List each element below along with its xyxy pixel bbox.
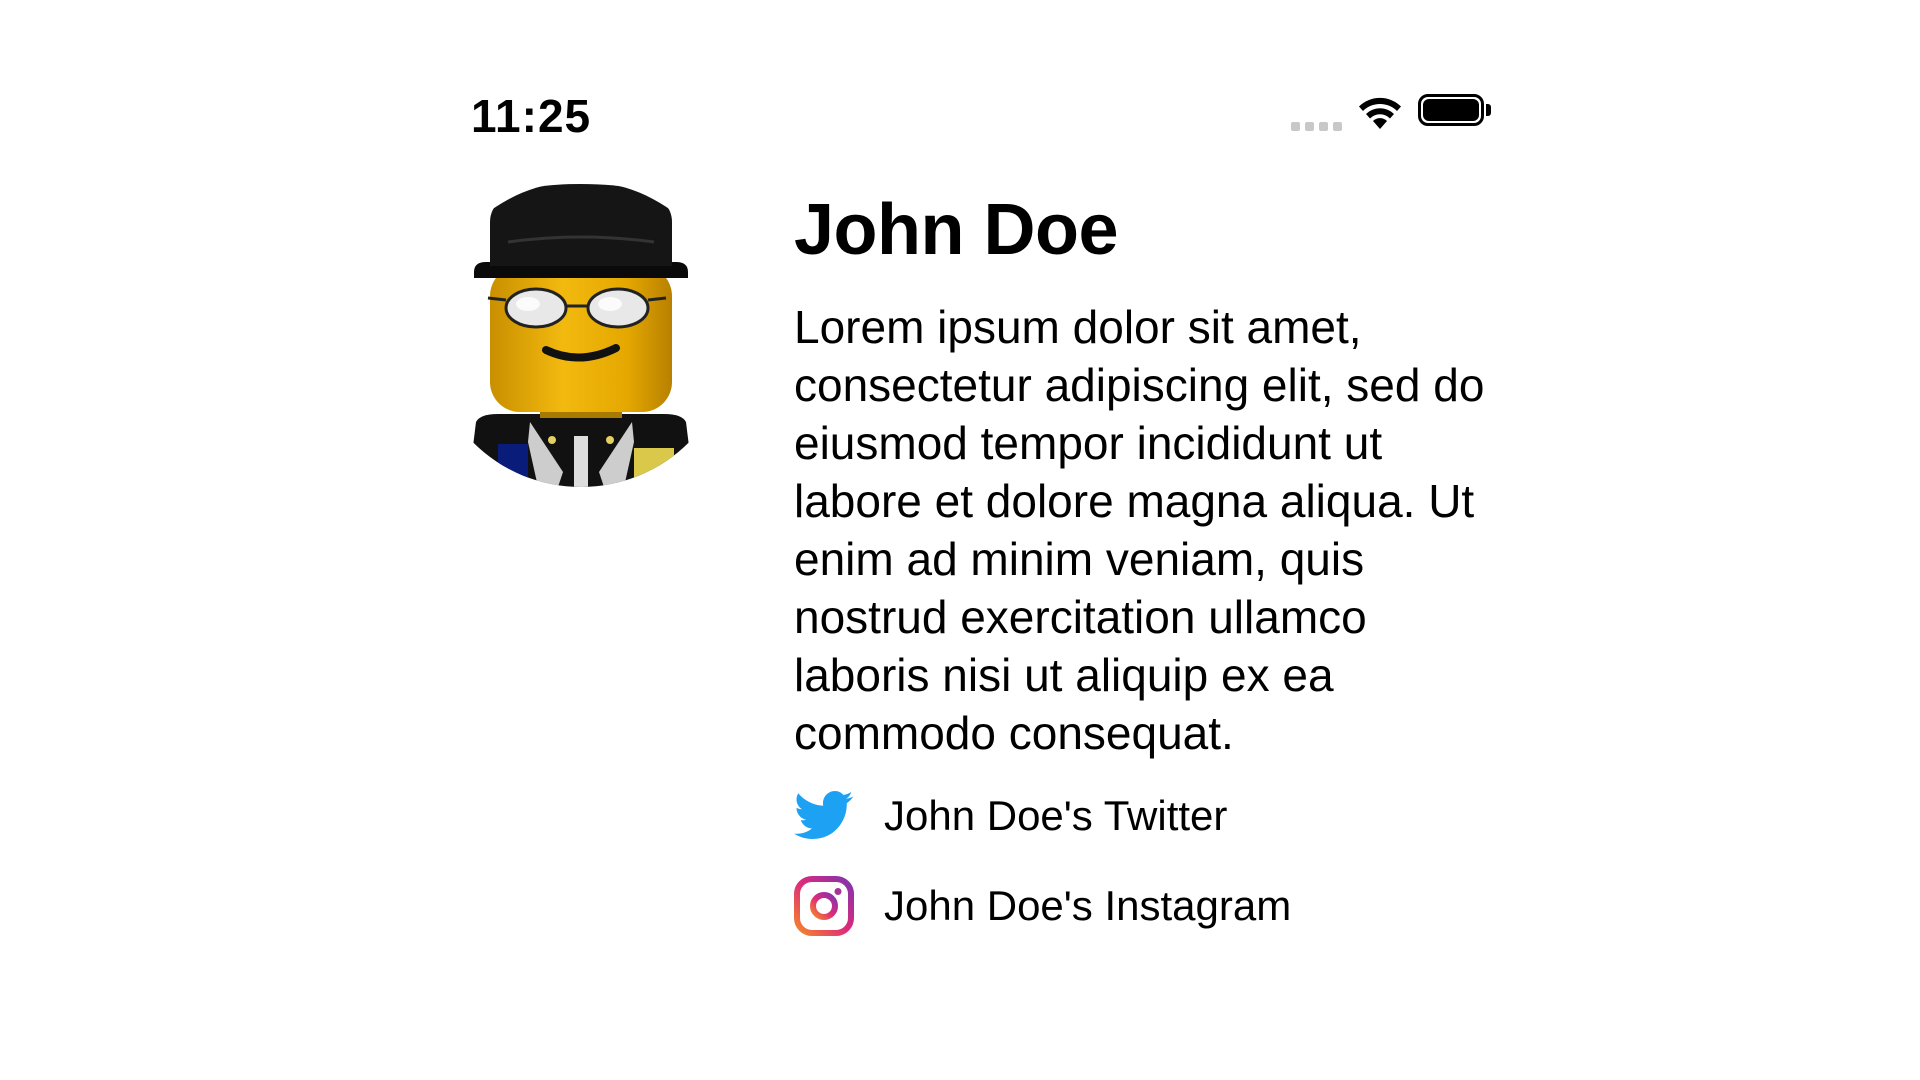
instagram-link[interactable]: John Doe's Instagram (794, 876, 1514, 936)
status-time: 11:25 (471, 90, 592, 142)
lego-minifigure-avatar (468, 184, 694, 487)
twitter-link-label: John Doe's Twitter (884, 792, 1228, 839)
social-links: John Doe's Twitter John Doe's Instagram (794, 786, 1514, 936)
signal-dots-icon (1291, 121, 1342, 131)
twitter-link[interactable]: John Doe's Twitter (794, 786, 1514, 846)
wifi-icon (1359, 97, 1401, 129)
instagram-link-label: John Doe's Instagram (884, 882, 1292, 929)
instagram-icon (794, 876, 856, 936)
profile-screen: 11:25 John Doe Lorem ipsum dolor sit ame… (0, 0, 1920, 1080)
profile-bio: Lorem ipsum dolor sit amet, consectetur … (794, 301, 1485, 759)
battery-icon (1418, 94, 1492, 130)
profile-content: John Doe Lorem ipsum dolor sit amet, con… (794, 188, 1514, 966)
profile-name: John Doe (794, 190, 1119, 270)
status-icons (1291, 93, 1492, 131)
twitter-icon (794, 786, 856, 846)
